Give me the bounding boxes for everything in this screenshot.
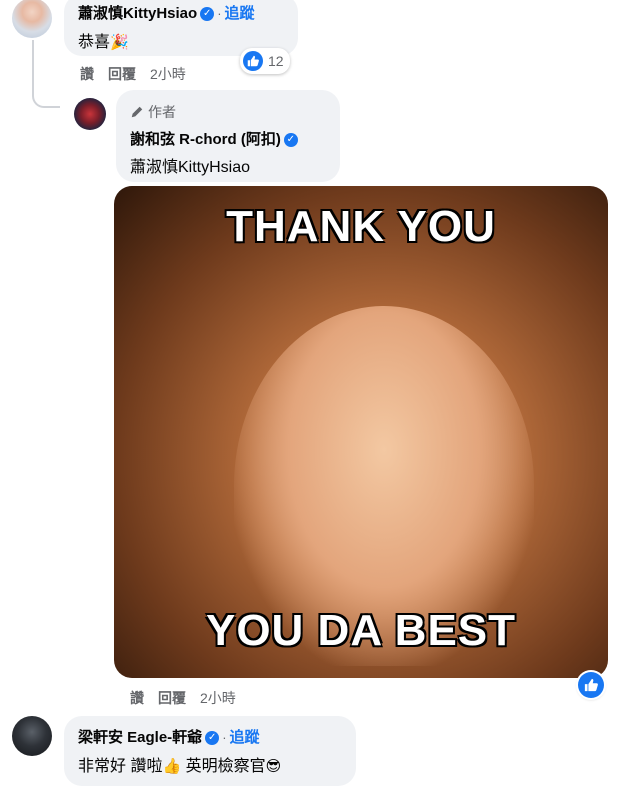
verified-badge-icon: ✓: [205, 730, 220, 745]
sunglasses-face-icon: 😎: [265, 757, 282, 775]
comment-actions: 讚 回覆 2小時: [130, 688, 236, 708]
follow-button[interactable]: 追蹤: [225, 5, 255, 22]
party-popper-icon: 🎉: [110, 33, 129, 51]
avatar-rchord[interactable]: [74, 98, 106, 130]
comment-bubble-rchord: 作者 謝和弦 R-chord (阿扣) ✓ 蕭淑慎KittyHsiao: [116, 90, 340, 182]
author-name[interactable]: 梁軒安 Eagle-軒爺: [78, 729, 202, 746]
reaction-summary[interactable]: 12: [240, 48, 290, 74]
author-badge: 作者: [130, 102, 176, 122]
separator-dot: ·: [217, 6, 222, 21]
verified-badge-icon: ✓: [200, 6, 215, 21]
comment-text: 非常好 讚啦👍 英明檢察官😎: [78, 752, 281, 776]
verified-badge-icon: ✓: [283, 132, 298, 147]
reaction-count: 12: [268, 53, 284, 69]
gif-attachment[interactable]: THANK YOU YOU DA BEST: [114, 186, 608, 678]
author-badge-label: 作者: [148, 104, 176, 120]
comment-header: 謝和弦 R-chord (阿扣) ✓: [130, 128, 298, 149]
comment-text-part1: 非常好 讚啦: [78, 758, 163, 775]
comment-header: 梁軒安 Eagle-軒爺 ✓ · 追蹤: [78, 726, 260, 747]
timestamp[interactable]: 2小時: [150, 64, 186, 84]
author-name[interactable]: 蕭淑慎KittyHsiao: [78, 5, 197, 22]
reply-button[interactable]: 回覆: [158, 688, 186, 708]
avatar-kittyhsiao[interactable]: [12, 0, 52, 38]
comment-text-part2: 英明檢察官: [185, 758, 266, 775]
avatar-eagle[interactable]: [12, 716, 52, 756]
like-button[interactable]: 讚: [130, 688, 144, 708]
like-icon: [243, 51, 263, 71]
comment-text-body: 恭喜: [78, 34, 111, 51]
separator-dot: ·: [222, 730, 227, 745]
thread-connector: [32, 40, 60, 108]
author-name[interactable]: 謝和弦 R-chord (阿扣): [130, 131, 281, 148]
reply-button[interactable]: 回覆: [108, 64, 136, 84]
like-button[interactable]: 讚: [80, 64, 94, 84]
like-icon[interactable]: [578, 672, 604, 698]
mention-link[interactable]: 蕭淑慎KittyHsiao: [130, 153, 250, 177]
comment-header: 蕭淑慎KittyHsiao ✓ · 追蹤: [78, 2, 255, 23]
comment-actions: 讚 回覆 2小時: [80, 64, 186, 84]
pencil-icon: [131, 106, 143, 118]
gif-bottom-text: YOU DA BEST: [205, 606, 517, 655]
thumbs-up-icon: 👍: [162, 757, 182, 775]
comment-text: 恭喜🎉: [78, 28, 129, 52]
follow-button[interactable]: 追蹤: [230, 729, 260, 746]
gif-top-text: THANK YOU: [226, 202, 496, 251]
comment-bubble-eagle: 梁軒安 Eagle-軒爺 ✓ · 追蹤 非常好 讚啦👍 英明檢察官😎: [64, 716, 356, 786]
timestamp[interactable]: 2小時: [200, 688, 236, 708]
